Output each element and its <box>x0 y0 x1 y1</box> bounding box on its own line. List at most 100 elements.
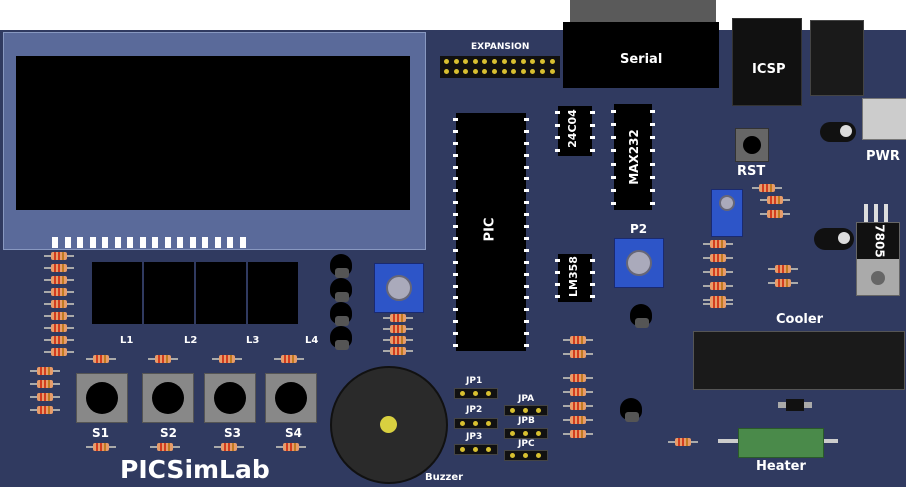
heater-label: Heater <box>756 459 806 474</box>
expansion-pin <box>501 59 507 64</box>
seven-segment-display-4 <box>248 262 298 324</box>
switch-label-s3: S3 <box>224 426 241 440</box>
chip-pin <box>524 236 529 240</box>
jumper-jp2[interactable] <box>454 418 498 429</box>
seven-segment-display-3 <box>196 262 246 324</box>
transistor-q1 <box>330 254 352 278</box>
resistor <box>30 406 60 414</box>
jumper-jp1[interactable] <box>454 388 498 399</box>
jumper-jp3[interactable] <box>454 444 498 455</box>
chip-pin <box>453 189 458 193</box>
chip-pin <box>611 189 616 193</box>
chip-pin <box>590 111 595 115</box>
chip-pin <box>611 175 616 179</box>
reset-button[interactable] <box>735 128 769 162</box>
resistor <box>703 268 733 276</box>
resistor <box>703 300 733 308</box>
chip-pin <box>453 129 458 133</box>
expansion-pin <box>463 59 469 64</box>
jumper-jpb[interactable] <box>504 428 548 439</box>
pwr-label: PWR <box>866 149 900 164</box>
regulator-leads <box>864 204 892 224</box>
pic-label: PIC <box>482 217 498 242</box>
resistor <box>563 374 593 382</box>
transistor-q5 <box>630 304 652 328</box>
chip-pin <box>611 136 616 140</box>
led-label-l2: L2 <box>184 335 198 346</box>
lcd-pin <box>214 237 221 248</box>
chip-pin <box>453 332 458 336</box>
eeprom-label: 24C04 <box>565 109 579 148</box>
chip-pin <box>524 248 529 252</box>
resistor <box>214 443 244 451</box>
expansion-pin <box>520 59 526 64</box>
switch-s2[interactable] <box>142 373 194 423</box>
buzzer <box>330 366 448 484</box>
chip-pin <box>524 272 529 276</box>
chip-pin <box>555 123 560 127</box>
switch-label-s2: S2 <box>160 426 177 440</box>
chip-pin <box>650 162 655 166</box>
chip-pin <box>453 248 458 252</box>
chip-pin <box>650 122 655 126</box>
resistor <box>768 265 798 273</box>
jumper-jpa[interactable] <box>504 405 548 416</box>
chip-pin <box>453 141 458 145</box>
chip-pin <box>590 136 595 140</box>
resistor <box>563 388 593 396</box>
potentiometer-p1[interactable] <box>374 263 424 313</box>
transistor-q2 <box>330 278 352 302</box>
switch-s3[interactable] <box>204 373 256 423</box>
seven-segment-display-1 <box>92 262 142 324</box>
resistor <box>668 438 698 446</box>
resistor <box>703 282 733 290</box>
expansion-pin <box>530 59 536 64</box>
expansion-pin <box>444 69 449 74</box>
chip-pin <box>611 109 616 113</box>
chip-pin <box>524 344 529 348</box>
resistor <box>44 264 74 272</box>
cooler-fan <box>693 331 905 390</box>
power-switch[interactable] <box>862 98 906 140</box>
chip-pin <box>590 295 595 298</box>
potentiometer-p2[interactable] <box>614 238 664 288</box>
resistor <box>44 276 74 284</box>
resistor <box>563 430 593 438</box>
resistor <box>276 443 306 451</box>
switch-s4[interactable] <box>265 373 317 423</box>
lcd-pin <box>164 237 171 248</box>
reset-button-cap <box>743 136 761 154</box>
resistor <box>150 443 180 451</box>
chip-pin <box>555 136 560 140</box>
lcd-pin <box>64 237 71 248</box>
resistor <box>44 324 74 332</box>
lcd-pin <box>227 237 233 248</box>
jumper-label-jp1: JP1 <box>466 376 483 386</box>
rst-label: RST <box>737 164 766 179</box>
jumper-jpc[interactable] <box>504 450 548 461</box>
button-cap-icon <box>152 382 184 414</box>
resistor <box>148 355 178 363</box>
pot-knob-icon <box>386 275 412 301</box>
chip-pin <box>453 320 458 324</box>
expansion-pin <box>492 69 497 74</box>
chip-pin <box>611 202 616 206</box>
chip-pin <box>650 149 655 153</box>
resistor <box>563 336 593 344</box>
lcd-pin <box>202 237 208 248</box>
buzzer-label: Buzzer <box>425 472 464 483</box>
regulator-hole-icon <box>871 271 885 285</box>
switch-s1[interactable] <box>76 373 128 423</box>
resistor <box>86 443 116 451</box>
lcd-pin <box>52 237 58 248</box>
chip-pin <box>611 122 616 126</box>
chip-pin <box>453 177 458 181</box>
board-title: PICSimLab <box>120 455 270 484</box>
chip-pin <box>650 109 655 113</box>
lcd-pin <box>77 237 83 248</box>
trimmer-pot[interactable] <box>711 189 743 237</box>
chip-pin <box>453 236 458 240</box>
resistor <box>563 350 593 358</box>
chip-pin <box>524 332 529 336</box>
resistor <box>44 348 74 356</box>
